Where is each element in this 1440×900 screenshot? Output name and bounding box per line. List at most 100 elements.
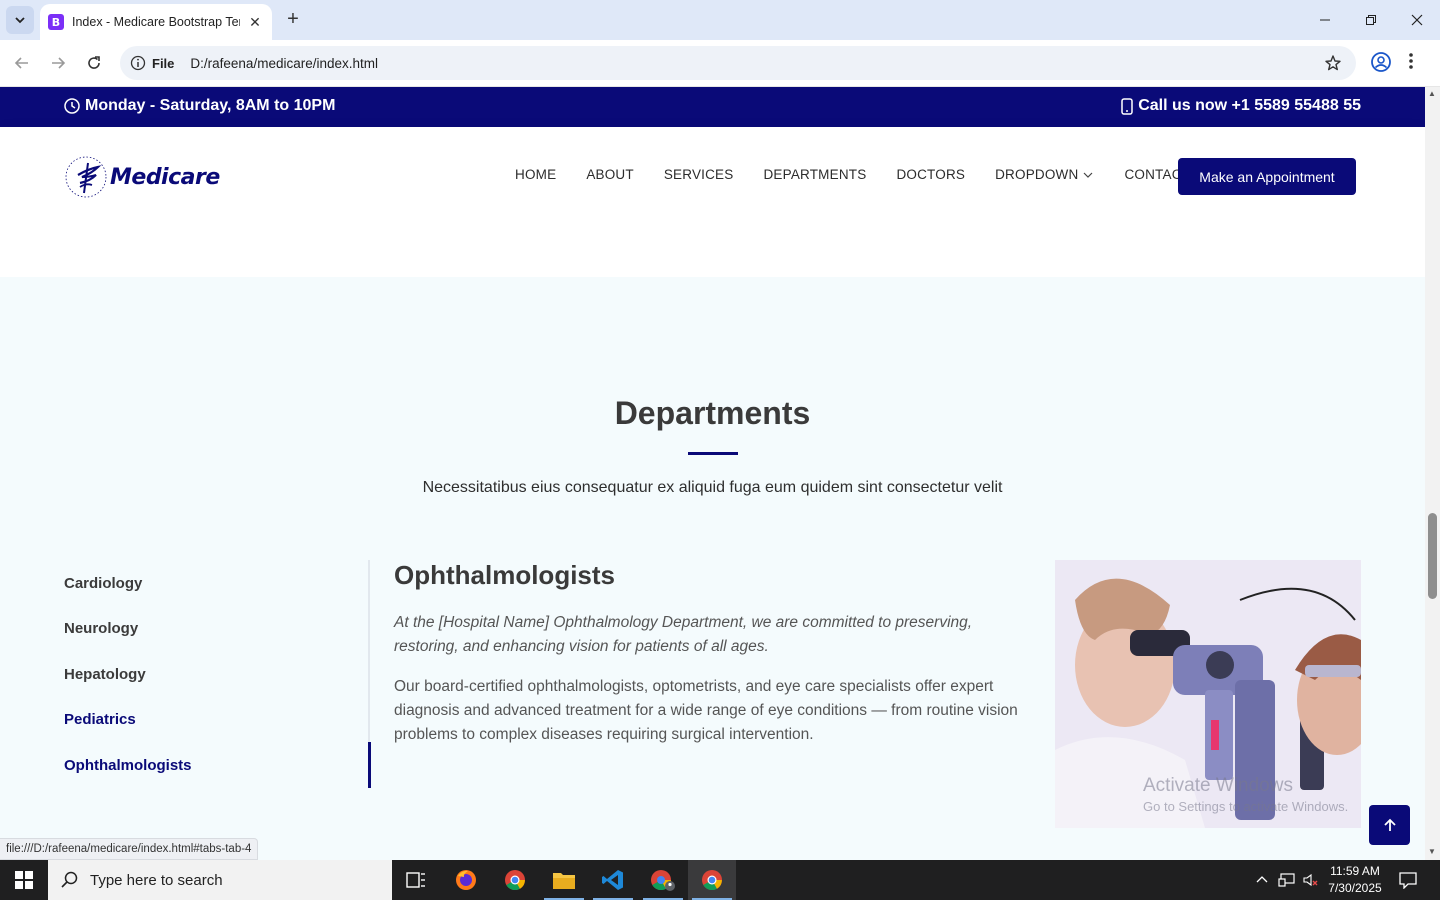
site-logo[interactable]: Medicare [64,155,220,199]
make-appointment-button[interactable]: Make an Appointment [1178,158,1356,195]
back-to-top-button[interactable] [1369,805,1410,845]
windows-activation-watermark: Activate Windows Go to Settings to activ… [1143,775,1348,814]
minimize-button[interactable] [1313,8,1337,32]
business-hours: Monday - Saturday, 8AM to 10PM [64,97,335,115]
folder-icon [553,873,575,889]
top-info-bar: Monday - Saturday, 8AM to 10PM Call us n… [0,87,1425,127]
nav-home[interactable]: HOME [515,167,556,182]
nav-departments[interactable]: DEPARTMENTS [763,167,866,182]
chrome-icon [702,870,722,891]
logo-text: Medicare [110,164,220,190]
bookmark-star-icon[interactable] [1324,54,1342,77]
start-button[interactable] [0,860,48,900]
nav-doctors[interactable]: DOCTORS [896,167,965,182]
tab-hepatology[interactable]: Hepatology [64,666,146,683]
department-content: Ophthalmologists At the [Hospital Name] … [394,560,1034,747]
page-scrollbar[interactable]: ▲ ▼ [1425,87,1440,860]
title-underline [688,452,738,455]
taskbar-chrome-active[interactable] [688,860,736,900]
windows-taskbar: Type here to search 11:59 AM 7/30/2025 [0,860,1440,900]
department-intro: At the [Hospital Name] Ophthalmology Dep… [394,614,973,655]
departments-title: Departments [614,395,811,431]
info-icon [130,55,146,71]
department-heading: Ophthalmologists [394,560,615,590]
page-viewport: Monday - Saturday, 8AM to 10PM Call us n… [0,87,1425,860]
clock-icon [64,98,80,114]
chrome-profile-icon [651,870,675,891]
phone-icon [1121,97,1133,115]
tab-neurology[interactable]: Neurology [64,620,138,637]
tab-title: Index - Medicare Bootstrap Template [72,15,240,29]
system-tray [1254,860,1320,900]
reload-icon [88,56,100,69]
arrow-left-icon [14,57,28,69]
profile-icon[interactable] [1370,51,1392,78]
restore-button[interactable] [1359,8,1383,32]
back-button[interactable] [10,51,34,75]
scroll-thumb[interactable] [1428,513,1437,599]
taskbar-firefox[interactable] [442,860,490,900]
close-icon [1411,14,1423,26]
task-view-button[interactable] [392,860,440,900]
taskbar-chrome[interactable] [491,860,539,900]
browser-toolbar: File D:/rafeena/medicare/index.html [0,40,1440,87]
volume-muted-icon[interactable] [1302,872,1320,888]
browser-menu-icon[interactable] [1408,51,1414,76]
watermark-line-1: Activate Windows [1143,775,1293,796]
arrow-up-icon [1383,818,1396,831]
tab-cardiology[interactable]: Cardiology [64,575,142,592]
reload-button[interactable] [82,51,106,75]
phone-text: Call us now +1 5589 55488 55 [1138,97,1361,114]
url-text[interactable]: D:/rafeena/medicare/index.html [190,56,378,71]
forward-button[interactable] [46,51,70,75]
arrow-right-icon [52,57,66,69]
taskbar-chrome-profile[interactable] [639,860,687,900]
search-icon [61,871,78,888]
close-window-button[interactable] [1405,8,1429,32]
tab-pediatrics[interactable]: Pediatrics [64,711,136,728]
file-chip-label: File [152,55,175,71]
restore-icon [1366,15,1376,25]
scroll-down-arrow-icon[interactable]: ▼ [1428,847,1436,856]
hours-text: Monday - Saturday, 8AM to 10PM [85,97,336,114]
browser-tab-bar: B Index - Medicare Bootstrap Template ✕ … [0,0,1440,40]
clock-time: 11:59 AM [1330,864,1380,878]
nav-services[interactable]: SERVICES [664,167,734,182]
main-nav: HOME ABOUT SERVICES DEPARTMENTS DOCTORS … [515,167,1220,182]
action-center-button[interactable] [1384,860,1432,900]
phone-contact: Call us now +1 5589 55488 55 [1121,97,1361,115]
nav-dropdown-label: DROPDOWN [995,167,1079,182]
system-clock[interactable]: 11:59 AM 7/30/2025 [1326,863,1384,897]
watermark-line-2: Go to Settings to activate Windows. [1143,799,1349,814]
taskbar-vscode[interactable] [589,860,637,900]
taskbar-search[interactable]: Type here to search [48,860,392,900]
minimize-icon [1320,19,1330,21]
header-spacer [0,227,1425,277]
nav-about[interactable]: ABOUT [586,167,634,182]
tab-close-icon[interactable]: ✕ [246,14,264,31]
chevron-down-icon [15,17,25,24]
network-icon[interactable] [1278,872,1296,888]
tab-search-button[interactable] [6,6,34,34]
notification-icon [1399,872,1417,889]
scroll-up-arrow-icon[interactable]: ▲ [1428,89,1436,98]
department-body: Our board-certified ophthalmologists, op… [394,678,1018,743]
tab-ophthalmologists[interactable]: Ophthalmologists [64,757,192,774]
task-view-icon [406,872,425,888]
chevron-up-icon[interactable] [1254,872,1270,888]
bootstrap-favicon-icon: B [48,14,64,30]
new-tab-button[interactable]: + [282,8,304,30]
address-bar[interactable]: File D:/rafeena/medicare/index.html [120,46,1356,80]
site-header: Medicare HOME ABOUT SERVICES DEPARTMENTS… [0,127,1425,227]
caduceus-logo-icon [65,156,107,198]
firefox-icon [456,870,476,890]
departments-subtitle: Necessitatibus eius consequatur ex aliqu… [422,479,1003,496]
site-info-chip[interactable]: File [128,50,182,76]
clock-date: 7/30/2025 [1328,881,1382,895]
vscode-icon [602,870,623,890]
nav-dropdown[interactable]: DROPDOWN [995,167,1094,182]
windows-logo-icon [15,871,33,889]
chevron-down-icon [1084,172,1093,178]
taskbar-file-explorer[interactable] [540,860,588,900]
browser-tab[interactable]: B Index - Medicare Bootstrap Template ✕ [40,4,272,40]
